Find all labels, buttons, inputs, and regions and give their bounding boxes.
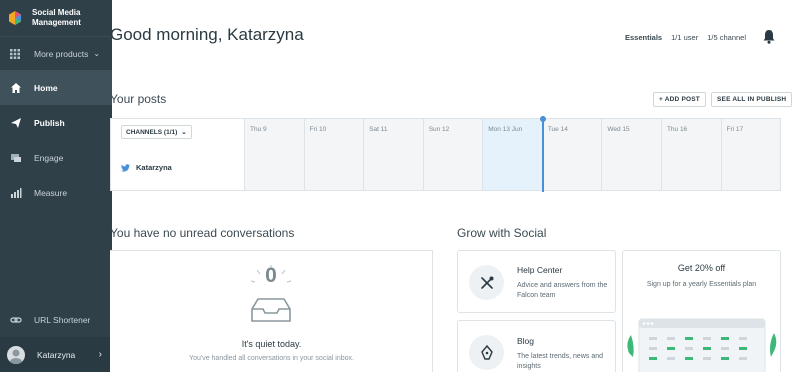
- sidebar-item-label: Home: [34, 82, 58, 93]
- brand-name-line2: Management: [32, 18, 81, 27]
- avatar: [7, 345, 25, 364]
- day-label: Mon 13 Jun: [488, 126, 523, 133]
- day-label: Thu 9: [250, 126, 267, 133]
- blog-title: Blog: [517, 336, 535, 346]
- plan-summary: Essentials 1/1 user 1/5 channel: [625, 33, 746, 42]
- sidebar-item-label: Engage: [34, 152, 64, 163]
- grow-title: Grow with Social: [457, 226, 547, 240]
- sidebar-item-label: Publish: [34, 117, 65, 128]
- channels-filter[interactable]: CHANNELS (1/1) ⌄: [121, 125, 192, 139]
- day-label: Thu 16: [666, 126, 688, 133]
- day-label: Tue 14: [547, 126, 568, 133]
- chat-icon: [11, 153, 21, 162]
- channels-filter-label: CHANNELS (1/1): [126, 128, 178, 136]
- sidebar-item-publish[interactable]: Publish: [0, 105, 112, 140]
- chevron-down-icon: ⌄: [93, 49, 101, 58]
- user-name: Katarzyna: [37, 349, 76, 360]
- bar-chart-icon: [11, 187, 22, 198]
- pen-nib-icon: [480, 344, 493, 360]
- day-label: Sat 11: [369, 126, 388, 133]
- brand-name-line1: Social Media: [32, 8, 81, 17]
- sidebar: Social Media Management More products ⌄ …: [0, 0, 112, 372]
- plan-name: Essentials: [625, 33, 663, 42]
- grid-icon: [10, 48, 20, 59]
- add-post-button[interactable]: + ADD POST: [653, 92, 706, 107]
- calendar-days: Thu 9 Fri 10 Sat 11 Sun 12 Mon 13 Jun Tu…: [245, 119, 781, 190]
- sidebar-item-engage[interactable]: Engage: [0, 140, 112, 175]
- app-root: Social Media Management More products ⌄ …: [0, 0, 800, 372]
- home-icon: [11, 82, 21, 93]
- help-center-desc: Advice and answers from the Falcon team: [517, 282, 608, 299]
- calendar-channels-column: CHANNELS (1/1) ⌄ Katarzyna: [111, 119, 245, 190]
- blog-card[interactable]: Blog The latest trends, news and insight…: [457, 320, 616, 372]
- chevron-right-icon: ›: [98, 349, 102, 360]
- tools-icon: [480, 276, 493, 289]
- calendar-day[interactable]: Fri 17: [721, 119, 781, 190]
- calendar-day[interactable]: Sun 12: [423, 119, 484, 190]
- offer-desc: Sign up for a yearly Essentials plan: [646, 281, 757, 288]
- more-products-label: More products: [34, 48, 89, 59]
- link-icon: [10, 317, 22, 323]
- pen-icon-circle: [469, 335, 504, 370]
- see-all-in-publish-button[interactable]: SEE ALL IN PUBLISH: [711, 92, 793, 107]
- offer-title: Get 20% off: [677, 263, 726, 273]
- paper-plane-icon: [11, 117, 21, 128]
- quiet-message: It's quiet today.: [241, 339, 302, 349]
- posts-calendar: CHANNELS (1/1) ⌄ Katarzyna Thu 9 Fri 10 …: [110, 116, 781, 192]
- page-title: Good morning, Katarzyna: [110, 25, 304, 44]
- calendar-day[interactable]: Thu 16: [661, 119, 722, 190]
- calendar-day-today[interactable]: Mon 13 Jun: [483, 119, 543, 190]
- chevron-down-icon: ⌄: [181, 129, 187, 136]
- current-time-indicator: [540, 116, 546, 192]
- help-center-card[interactable]: Help Center Advice and answers from the …: [457, 250, 616, 313]
- day-label: Fri 17: [726, 126, 744, 133]
- day-label: Wed 15: [607, 126, 630, 133]
- channels-count: 1/5 channel: [707, 33, 747, 42]
- brand[interactable]: Social Media Management: [0, 0, 112, 36]
- tools-icon-circle: [469, 265, 504, 300]
- user-menu[interactable]: Katarzyna ›: [0, 337, 112, 372]
- conversations-title: You have no unread conversations: [110, 226, 295, 240]
- quiet-submessage: You've handled all conversations in your…: [189, 355, 354, 362]
- account-name: Katarzyna: [136, 163, 172, 172]
- day-label: Fri 10: [309, 126, 327, 133]
- help-center-title: Help Center: [517, 265, 563, 275]
- sidebar-item-label: Measure: [34, 187, 68, 198]
- calendar-illustration: [627, 318, 777, 372]
- calendar-day[interactable]: Fri 10: [304, 119, 365, 190]
- channel-account: Katarzyna: [121, 163, 172, 172]
- sidebar-item-measure[interactable]: Measure: [0, 175, 112, 210]
- brand-name: Social Media Management: [32, 8, 81, 28]
- posts-title: Your posts: [110, 92, 167, 106]
- calendar-day[interactable]: Tue 14: [542, 119, 603, 190]
- calendar-day[interactable]: Thu 9: [245, 119, 305, 190]
- offer-card[interactable]: Get 20% off Sign up for a yearly Essenti…: [622, 250, 781, 372]
- blog-desc: The latest trends, news and insights: [517, 353, 603, 370]
- bell-icon[interactable]: [762, 29, 776, 44]
- more-products-button[interactable]: More products ⌄: [0, 36, 112, 70]
- url-shortener-label: URL Shortener: [34, 315, 91, 325]
- conversations-card: 0 It's quiet today. You've handled all c…: [110, 250, 433, 372]
- sidebar-item-home[interactable]: Home: [0, 70, 112, 105]
- unread-count: 0: [265, 264, 277, 287]
- users-count: 1/1 user: [671, 33, 699, 42]
- calendar-day[interactable]: Wed 15: [602, 119, 662, 190]
- calendar-day[interactable]: Sat 11: [364, 119, 424, 190]
- twitter-icon: [121, 163, 130, 172]
- url-shortener-link[interactable]: URL Shortener: [0, 309, 112, 331]
- day-label: Sun 12: [428, 126, 450, 133]
- logo-icon: [9, 11, 21, 25]
